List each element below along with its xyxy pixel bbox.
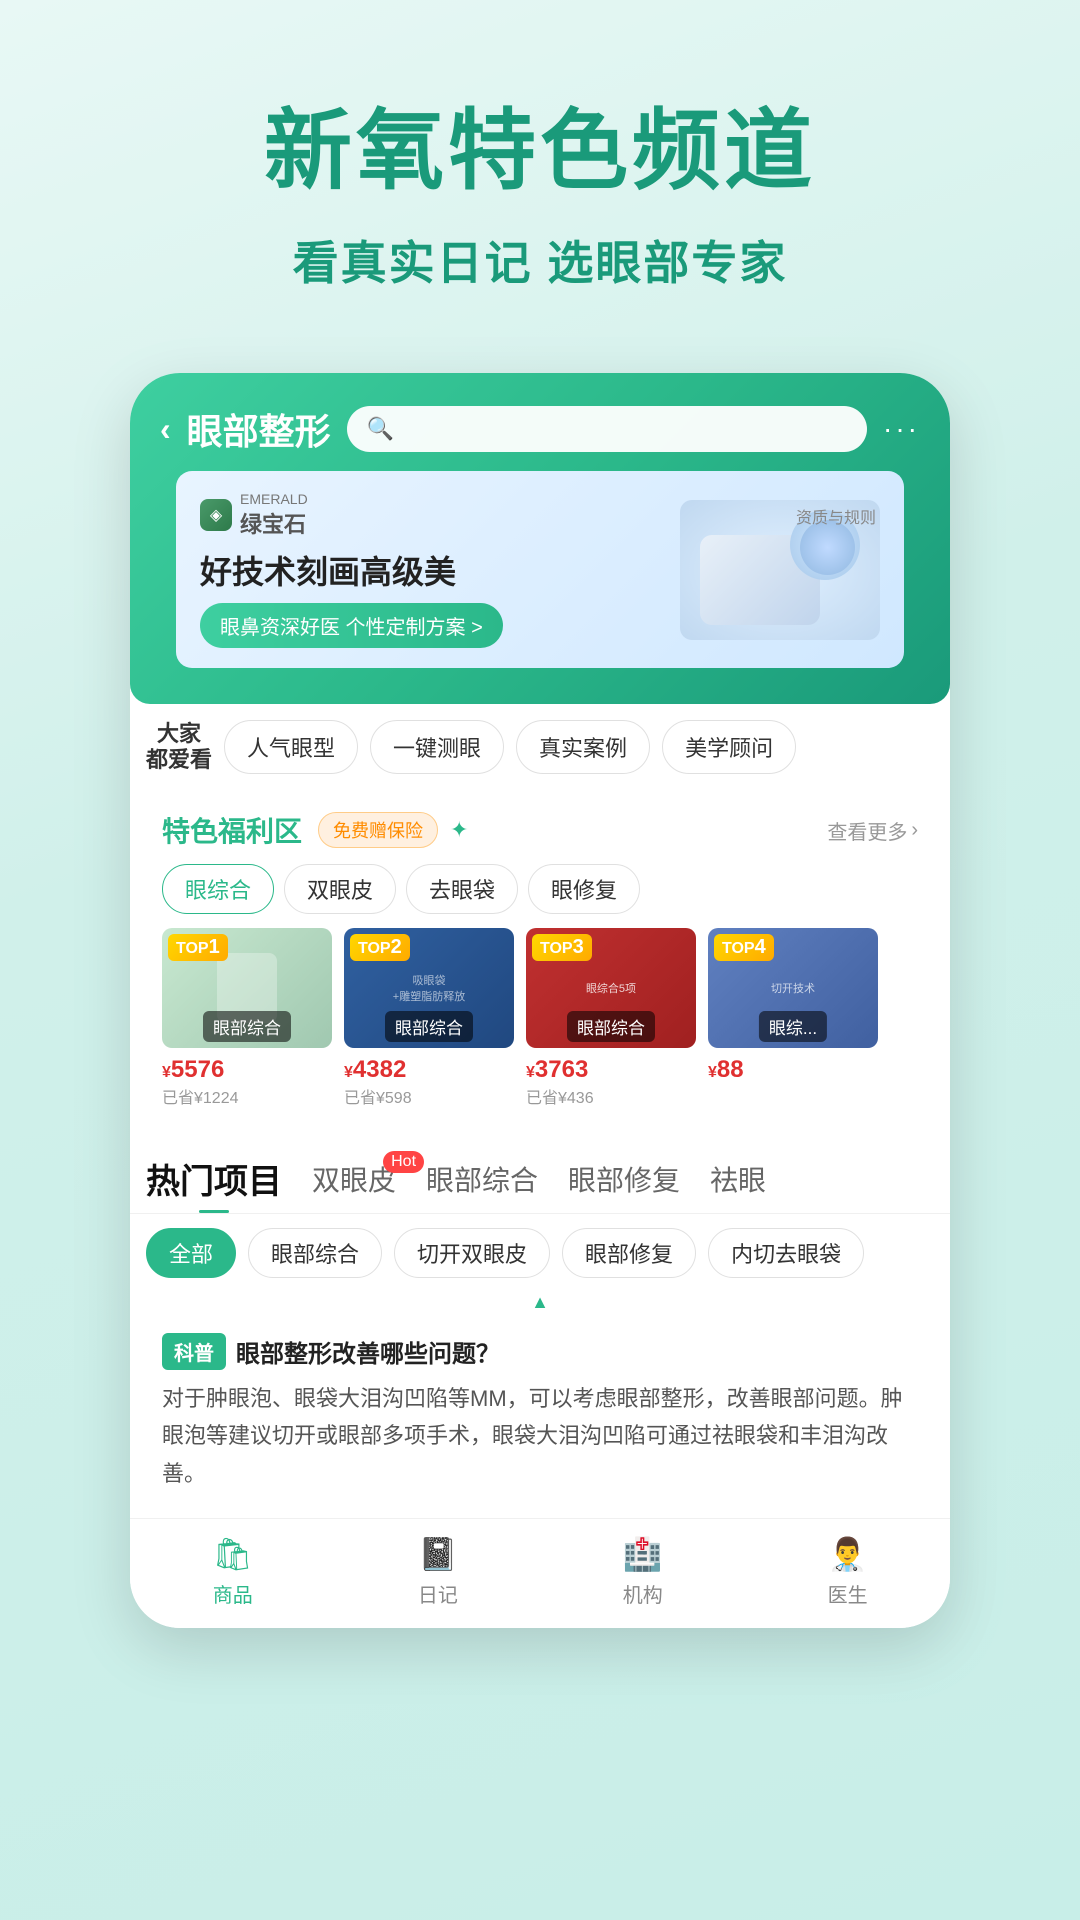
filter-chip-1[interactable]: 眼部综合 xyxy=(248,1228,382,1278)
main-tab-2[interactable]: 眼部综合 xyxy=(426,1159,538,1209)
app-content: ‹ 眼部整形 🔍 ··· ◈ EMERALD 绿宝石 xyxy=(130,373,950,1628)
quick-tag-4[interactable]: 美学顾问 xyxy=(662,720,796,774)
nav-item-3[interactable]: 👨‍⚕️ 医生 xyxy=(828,1535,868,1608)
product-price-4: ¥88 xyxy=(708,1056,878,1084)
sub-tab-1[interactable]: 双眼皮 xyxy=(284,864,396,914)
nav-icon-1: 📓 xyxy=(418,1535,458,1573)
product-card-3[interactable]: TOP3 眼综合5项 眼部综合 ¥3763 已省¥436 xyxy=(526,928,696,1108)
product-card-1[interactable]: TOP1 眼部综合 ¥5576 已省¥1224 xyxy=(162,928,332,1108)
quick-tag-2[interactable]: 一键测眼 xyxy=(370,720,504,774)
nav-label-1: 日记 xyxy=(418,1579,458,1608)
filter-chip-4[interactable]: 内切去眼袋 xyxy=(708,1228,864,1278)
main-tab-4[interactable]: 祛眼 xyxy=(710,1159,766,1209)
article-header: 科普 眼部整形改善哪些问题？ xyxy=(162,1333,918,1370)
product-card-2[interactable]: TOP2 吸眼袋+雕塑脂肪释放 眼部综合 ¥4382 已省¥598 xyxy=(344,928,514,1108)
special-badge: 免费赠保险 xyxy=(318,812,438,848)
nav-icon-0: 🛍 xyxy=(212,1535,253,1573)
banner-main-text: 好技术刻画高级美 xyxy=(200,547,503,593)
filter-chip-2[interactable]: 切开双眼皮 xyxy=(394,1228,550,1278)
search-bar[interactable]: 🔍 xyxy=(347,406,867,452)
product-cards: TOP1 眼部综合 ¥5576 已省¥1224 TOP2 xyxy=(162,928,918,1112)
sub-tab-3[interactable]: 眼修复 xyxy=(528,864,640,914)
article-title: 眼部整形改善哪些问题？ xyxy=(236,1334,500,1369)
sub-title: 看真实日记 选眼部专家 xyxy=(40,227,1040,293)
nav-item-0[interactable]: 🛍 商品 xyxy=(212,1535,253,1608)
banner-tag: 资质与规则 xyxy=(796,504,876,528)
main-tabs: 热门项目 双眼皮 Hot 眼部综合 眼部修复 祛眼 xyxy=(130,1138,950,1214)
banner-right: 资质与规则 xyxy=(680,500,880,640)
product-card-4[interactable]: TOP4 切开技术 眼综... ¥88 xyxy=(708,928,878,1108)
product-price-2: ¥4382 xyxy=(344,1056,514,1084)
app-header: ‹ 眼部整形 🔍 ··· ◈ EMERALD 绿宝石 xyxy=(130,373,950,704)
article-type-badge: 科普 xyxy=(162,1333,226,1370)
special-section: 特色福利区 免费赠保险 ✦ 查看更多 › 眼综合 双眼皮 去眼袋 眼修复 xyxy=(146,794,934,1128)
top-badge-2: TOP2 xyxy=(350,934,410,961)
chip-expand-icon[interactable]: ▲ xyxy=(130,1292,950,1313)
quick-tag-3[interactable]: 真实案例 xyxy=(516,720,650,774)
product-img-2: TOP2 吸眼袋+雕塑脂肪释放 眼部综合 xyxy=(344,928,514,1048)
quick-nav: 大家 都爱看 人气眼型 一键测眼 真实案例 美学顾问 xyxy=(130,704,950,784)
phone-frame: ‹ 眼部整形 🔍 ··· ◈ EMERALD 绿宝石 xyxy=(130,373,950,1628)
product-save-3: 已省¥436 xyxy=(526,1084,696,1108)
product-category-3: 眼部综合 xyxy=(567,1011,655,1042)
special-plus-icon: ✦ xyxy=(450,817,468,843)
banner-brand: ◈ EMERALD 绿宝石 xyxy=(200,491,503,539)
top-badge-4: TOP4 xyxy=(714,934,774,961)
product-category-4: 眼综... xyxy=(759,1011,827,1042)
product-price-1: ¥5576 xyxy=(162,1056,332,1084)
product-category-1: 眼部综合 xyxy=(203,1011,291,1042)
view-more-button[interactable]: 查看更多 › xyxy=(827,816,918,845)
product-category-2: 眼部综合 xyxy=(385,1011,473,1042)
top-badge-1: TOP1 xyxy=(168,934,228,961)
banner[interactable]: ◈ EMERALD 绿宝石 好技术刻画高级美 眼鼻资深好医 个性定制方案 > 资… xyxy=(176,471,904,668)
more-button[interactable]: ··· xyxy=(883,413,920,445)
sub-tabs: 眼综合 双眼皮 去眼袋 眼修复 xyxy=(162,864,918,914)
banner-left: ◈ EMERALD 绿宝石 好技术刻画高级美 眼鼻资深好医 个性定制方案 > xyxy=(200,491,503,648)
brand-icon: ◈ xyxy=(200,499,232,531)
quick-nav-label: 大家 都爱看 xyxy=(146,721,212,774)
product-price-3: ¥3763 xyxy=(526,1056,696,1084)
main-tab-3[interactable]: 眼部修复 xyxy=(568,1159,680,1209)
nav-label-3: 医生 xyxy=(828,1579,868,1608)
sub-tab-2[interactable]: 去眼袋 xyxy=(406,864,518,914)
hot-badge: Hot xyxy=(383,1151,424,1173)
nav-icon-3: 👨‍⚕️ xyxy=(828,1535,868,1573)
filter-chips: 全部 眼部综合 切开双眼皮 眼部修复 内切去眼袋 xyxy=(130,1214,950,1292)
filter-chip-0[interactable]: 全部 xyxy=(146,1228,236,1278)
search-icon: 🔍 xyxy=(367,416,394,442)
quick-tag-1[interactable]: 人气眼型 xyxy=(224,720,358,774)
brand-subtitle: EMERALD xyxy=(240,491,308,507)
sub-tab-0[interactable]: 眼综合 xyxy=(162,864,274,914)
page-title: 眼部整形 xyxy=(187,403,331,455)
nav-icon-2: 🏥 xyxy=(623,1535,663,1573)
hero-section: 新氧特色频道 看真实日记 选眼部专家 xyxy=(0,0,1080,333)
main-tab-1[interactable]: 双眼皮 Hot xyxy=(312,1159,396,1209)
back-button[interactable]: ‹ xyxy=(160,411,171,448)
product-img-1: TOP1 眼部综合 xyxy=(162,928,332,1048)
nav-label-0: 商品 xyxy=(213,1579,253,1608)
product-save-1: 已省¥1224 xyxy=(162,1084,332,1108)
header-nav: ‹ 眼部整形 🔍 ··· xyxy=(160,403,920,455)
nav-item-2[interactable]: 🏥 机构 xyxy=(623,1535,663,1608)
special-title: 特色福利区 xyxy=(162,810,302,850)
product-img-4: TOP4 切开技术 眼综... xyxy=(708,928,878,1048)
top-badge-3: TOP3 xyxy=(532,934,592,961)
nav-item-1[interactable]: 📓 日记 xyxy=(418,1535,458,1608)
brand-name: 绿宝石 xyxy=(240,507,308,539)
article-body: 对于肿眼泡、眼袋大泪沟凹陷等MM，可以考虑眼部整形，改善眼部问题。肿眼泡等建议切… xyxy=(162,1380,918,1492)
product-img-3: TOP3 眼综合5项 眼部综合 xyxy=(526,928,696,1048)
bottom-nav: 🛍 商品 📓 日记 🏥 机构 👨‍⚕️ 医生 xyxy=(130,1518,950,1628)
nav-label-2: 机构 xyxy=(623,1579,663,1608)
filter-chip-3[interactable]: 眼部修复 xyxy=(562,1228,696,1278)
product-save-2: 已省¥598 xyxy=(344,1084,514,1108)
main-tab-0[interactable]: 热门项目 xyxy=(146,1154,282,1213)
main-title: 新氧特色频道 xyxy=(40,80,1040,207)
special-header: 特色福利区 免费赠保险 ✦ 查看更多 › xyxy=(162,810,918,850)
article-section: 科普 眼部整形改善哪些问题？ 对于肿眼泡、眼袋大泪沟凹陷等MM，可以考虑眼部整形… xyxy=(146,1317,934,1508)
banner-cta[interactable]: 眼鼻资深好医 个性定制方案 > xyxy=(200,603,503,648)
